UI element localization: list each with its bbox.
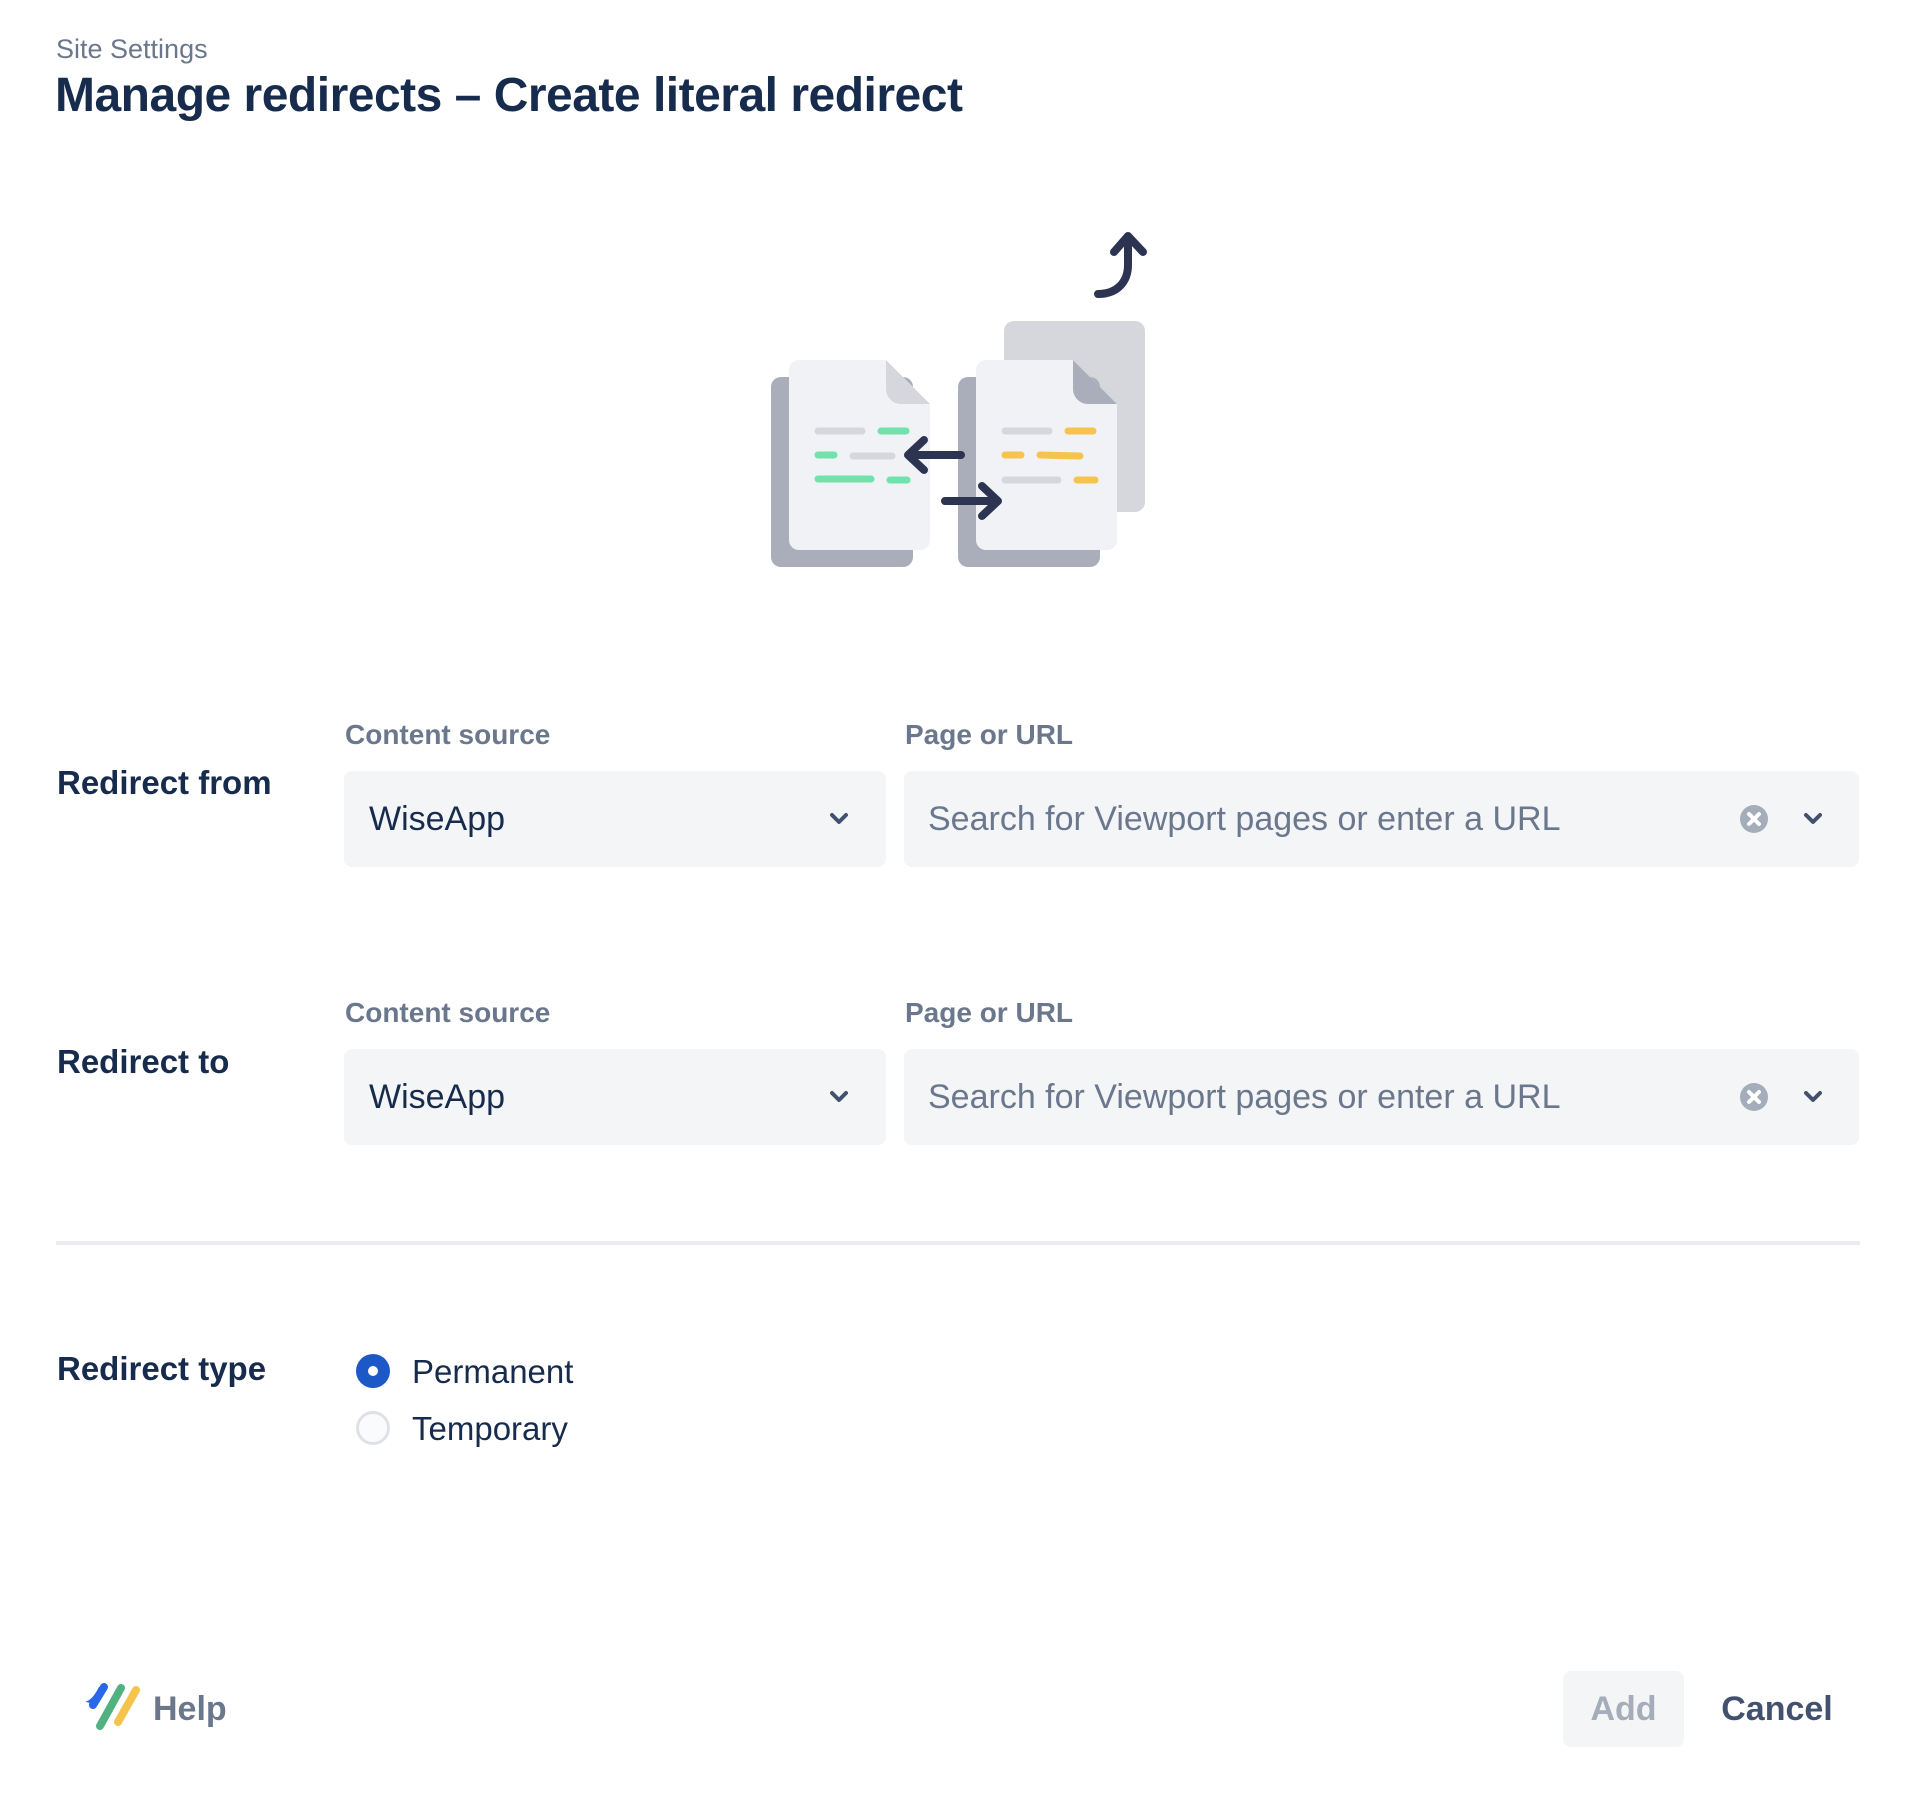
page-or-url-placeholder: Search for Viewport pages or enter a URL (928, 1077, 1561, 1116)
redirect-to-label: Redirect to (57, 1043, 230, 1080)
chevron-down-icon[interactable] (1797, 1081, 1829, 1113)
content-source-label: Content source (345, 719, 551, 750)
redirect-from-page-or-url-input[interactable]: Search for Viewport pages or enter a URL (904, 771, 1859, 867)
selected-value: WiseApp (369, 799, 506, 838)
redirect-to-content-source-select[interactable]: WiseApp (344, 1049, 886, 1145)
radio-button-checked[interactable] (356, 1354, 390, 1388)
chevron-down-icon[interactable] (1797, 803, 1829, 835)
page-or-url-placeholder: Search for Viewport pages or enter a URL (928, 799, 1561, 838)
page-or-url-label: Page or URL (905, 997, 1074, 1028)
clear-icon[interactable] (1739, 1082, 1769, 1112)
redirect-illustration (771, 232, 1147, 567)
line (1036, 451, 1084, 460)
radio-button-unchecked[interactable] (356, 1411, 390, 1445)
page-title: Manage redirects – Create literal redire… (55, 69, 963, 122)
cancel-button[interactable]: Cancel (1704, 1671, 1850, 1747)
radio-option-temporary[interactable]: Temporary (356, 1411, 568, 1445)
content-source-label: Content source (345, 997, 551, 1028)
help-link[interactable]: Help (85, 1683, 227, 1735)
chevron-down-icon[interactable] (823, 803, 855, 835)
arrow-left-icon (904, 436, 965, 474)
redirect-from-label: Redirect from (57, 764, 272, 801)
divider (56, 1241, 1860, 1245)
radio-option-permanent[interactable]: Permanent (356, 1354, 573, 1388)
clear-icon[interactable] (1739, 804, 1769, 834)
selected-value: WiseApp (369, 1077, 506, 1116)
chevron-down-icon[interactable] (823, 1081, 855, 1113)
redirect-from-content-source-select[interactable]: WiseApp (344, 771, 886, 867)
app-logo-icon (85, 1683, 140, 1730)
redirect-to-page-or-url-input[interactable]: Search for Viewport pages or enter a URL (904, 1049, 1859, 1145)
redirect-type-label: Redirect type (57, 1350, 267, 1387)
radio-label: Temporary (412, 1409, 568, 1447)
left-doc-fold (886, 360, 930, 404)
add-button[interactable]: Add (1563, 1671, 1684, 1747)
page-or-url-label: Page or URL (905, 719, 1074, 750)
arrow-up-curved-icon (1094, 232, 1147, 298)
help-label: Help (153, 1689, 227, 1728)
radio-label: Permanent (412, 1352, 574, 1390)
breadcrumb[interactable]: Site Settings (56, 36, 208, 63)
